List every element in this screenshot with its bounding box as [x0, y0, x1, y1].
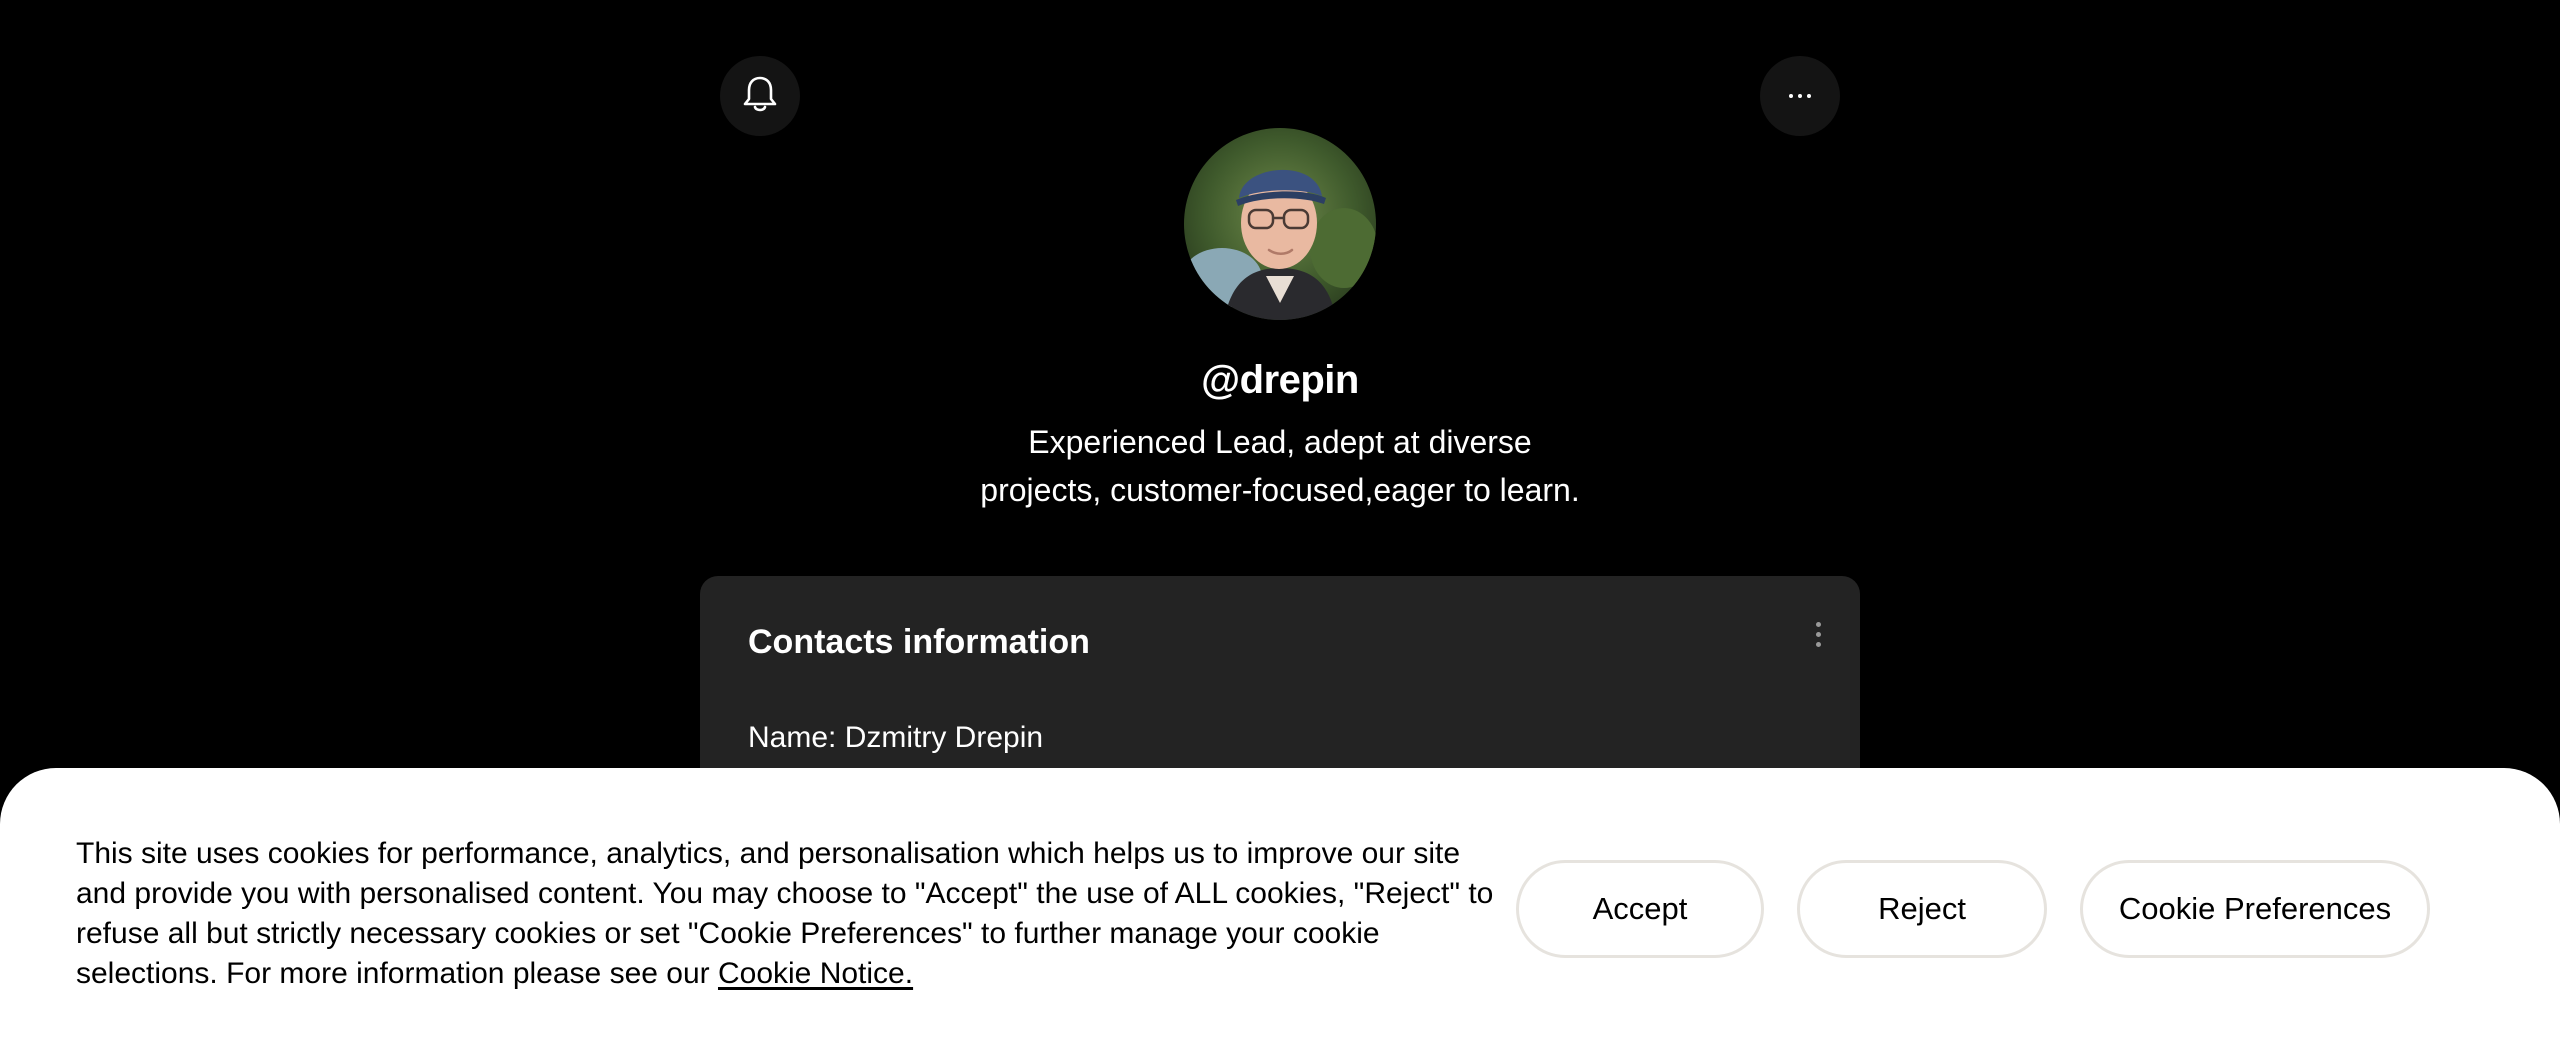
- contact-name: Name: Dzmitry Drepin: [748, 721, 1044, 754]
- more-horizontal-icon: [1789, 94, 1811, 98]
- contacts-card: Contacts information Name: Dzmitry Drepi…: [700, 576, 1860, 796]
- accept-cookies-button[interactable]: Accept: [1516, 860, 1764, 958]
- notifications-button[interactable]: [720, 56, 800, 136]
- contacts-card-title: Contacts information: [748, 623, 1090, 661]
- profile-page: @drepin Experienced Lead, adept at diver…: [0, 0, 2560, 1056]
- avatar: [1184, 128, 1376, 320]
- bio-line: projects, customer-focused,eager to lear…: [980, 472, 1580, 508]
- more-options-button[interactable]: [1760, 56, 1840, 136]
- cookie-banner: This site uses cookies for performance, …: [0, 768, 2560, 1056]
- cookie-banner-text: This site uses cookies for performance, …: [76, 834, 1496, 994]
- profile-username: @drepin: [1201, 358, 1359, 402]
- cookie-preferences-button[interactable]: Cookie Preferences: [2080, 860, 2430, 958]
- cookie-notice-link[interactable]: Cookie Notice.: [718, 957, 913, 990]
- reject-cookies-button[interactable]: Reject: [1797, 860, 2047, 958]
- bell-icon: [741, 74, 779, 119]
- avatar-photo: [1184, 128, 1376, 320]
- profile-bio: Experienced Lead, adept at diverse proje…: [930, 418, 1630, 514]
- bio-line: Experienced Lead, adept at diverse: [1028, 424, 1532, 460]
- more-vertical-icon[interactable]: [1806, 616, 1830, 652]
